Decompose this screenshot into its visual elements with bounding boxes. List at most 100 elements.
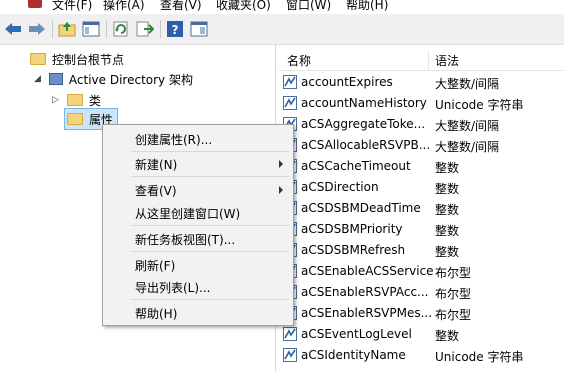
column-header-syntax[interactable]: 语法: [435, 52, 459, 69]
menu-item-help[interactable]: 帮助(H): [135, 305, 177, 322]
collapse-arrow-icon[interactable]: ▷: [52, 95, 59, 105]
list-item[interactable]: aCSDSBMRefresh 整数: [279, 240, 564, 261]
attribute-name: aCSAggregateToke...: [301, 117, 426, 131]
attribute-icon: [283, 348, 297, 362]
show-tree-icon[interactable]: [82, 20, 100, 38]
tree-node-label: 控制台根节点: [52, 52, 125, 67]
menu-item-taskpad[interactable]: 新任务板视图(T)...: [135, 231, 235, 248]
export-icon[interactable]: [136, 20, 154, 38]
attribute-syntax: 整数: [435, 245, 460, 259]
folder-icon: [30, 53, 46, 65]
attribute-name: aCSEnableACSService: [301, 264, 434, 278]
list-item[interactable]: aCSAggregateToke... 大整数/间隔: [279, 114, 564, 135]
menu-separator: [131, 251, 289, 252]
attribute-syntax: 大整数/间隔: [435, 140, 500, 154]
list-item[interactable]: accountExpires 大整数/间隔: [279, 72, 564, 93]
list-item[interactable]: aCSEnableACSService 布尔型: [279, 261, 564, 282]
expand-arrow-icon[interactable]: ◢: [34, 74, 41, 84]
menu-view[interactable]: 查看(V): [160, 0, 202, 13]
menu-item-new[interactable]: 新建(N): [135, 156, 177, 173]
up-folder-icon[interactable]: [58, 20, 76, 38]
menu-separator: [131, 151, 289, 152]
attribute-syntax: 大整数/间隔: [435, 119, 500, 133]
submenu-arrow-icon: [279, 186, 283, 194]
list-item[interactable]: aCSCacheTimeout 整数: [279, 156, 564, 177]
list-item[interactable]: accountNameHistory Unicode 字符串: [279, 93, 564, 114]
list-item[interactable]: aCSAllocableRSVPB... 大整数/间隔: [279, 135, 564, 156]
list-item[interactable]: aCSIdentityName Unicode 字符串: [279, 345, 564, 366]
refresh-icon[interactable]: [112, 20, 130, 38]
menu-favorites[interactable]: 收藏夹(O): [216, 0, 271, 13]
svg-text:?: ?: [172, 23, 179, 37]
list-item[interactable]: aCSEventLogLevel 整数: [279, 324, 564, 345]
attribute-syntax: 整数: [435, 203, 460, 217]
list-item[interactable]: aCSDirection 整数: [279, 177, 564, 198]
pane-icon[interactable]: [190, 20, 208, 38]
help-icon[interactable]: ?: [166, 20, 184, 38]
attribute-syntax: 布尔型: [435, 287, 472, 301]
attribute-name: aCSCacheTimeout: [301, 159, 411, 173]
tree-node-classes[interactable]: ▷ 类: [52, 90, 101, 110]
column-header-name[interactable]: 名称: [287, 52, 311, 69]
forward-icon[interactable]: [28, 20, 46, 38]
menu-bar: 文件(F) 操作(A) 查看(V) 收藏夹(O) 窗口(W) 帮助(H): [0, 0, 564, 14]
attribute-syntax: 整数: [435, 224, 460, 238]
column-divider[interactable]: [428, 50, 429, 70]
list-pane: 名称 语法 accountExpires 大整数/间隔 accountNameHis…: [279, 45, 564, 371]
attribute-name: aCSDSBMRefresh: [301, 243, 406, 257]
list-item[interactable]: aCSDSBMDeadTime 整数: [279, 198, 564, 219]
menu-separator: [131, 299, 289, 300]
list-header: 名称 语法: [279, 50, 564, 71]
context-menu: 创建属性(R)... 新建(N) 查看(V) 从这里创建窗口(W) 新任务板视图…: [102, 124, 294, 326]
attribute-name: aCSEnableRSVPMes...: [301, 306, 433, 320]
menu-file[interactable]: 文件(F): [52, 0, 92, 13]
attribute-name: aCSDirection: [301, 180, 379, 194]
menu-item-view[interactable]: 查看(V): [135, 182, 177, 199]
list-item[interactable]: aCSEnableRSVPMes... 布尔型: [279, 303, 564, 324]
attribute-syntax: 整数: [435, 329, 460, 343]
tree-node-label: Active Directory 架构: [68, 72, 193, 87]
attribute-icon: [283, 75, 297, 89]
menu-separator: [131, 176, 289, 177]
attribute-name: aCSEnableRSVPAcc...: [301, 285, 429, 299]
list-item[interactable]: aCSEnableRSVPAcc... 布尔型: [279, 282, 564, 303]
attribute-icon: [283, 327, 297, 341]
attribute-name: aCSDSBMDeadTime: [301, 201, 421, 215]
attribute-syntax: 布尔型: [435, 266, 472, 280]
attribute-name: aCSEventLogLevel: [301, 327, 412, 341]
submenu-arrow-icon: [279, 160, 283, 168]
tree-node-ad-schema[interactable]: ◢ Active Directory 架构: [34, 69, 193, 89]
attribute-syntax: 大整数/间隔: [435, 77, 500, 91]
attribute-name: accountNameHistory: [301, 96, 427, 110]
attribute-name: aCSAllocableRSVPB...: [301, 138, 431, 152]
menu-item-export[interactable]: 导出列表(L)...: [135, 279, 211, 296]
menu-help[interactable]: 帮助(H): [346, 0, 388, 13]
attribute-syntax: 布尔型: [435, 308, 472, 322]
attribute-name: aCSDSBMPriority: [301, 222, 403, 236]
attribute-syntax: Unicode 字符串: [435, 98, 524, 112]
menu-item-refresh[interactable]: 刷新(F): [135, 257, 175, 274]
tree-node-label: 类: [88, 93, 101, 108]
menu-item-new-window[interactable]: 从这里创建窗口(W): [135, 205, 240, 222]
menu-action[interactable]: 操作(A): [103, 0, 145, 13]
menu-item-create-attribute[interactable]: 创建属性(R)...: [135, 131, 212, 148]
attribute-icon: [283, 96, 297, 110]
toolbar-separator: [160, 20, 161, 38]
attribute-syntax: Unicode 字符串: [435, 350, 524, 364]
schema-icon: [48, 73, 63, 85]
app-icon: [28, 0, 42, 8]
back-icon[interactable]: [4, 20, 22, 38]
toolbar-separator: [52, 20, 53, 38]
attribute-syntax: 整数: [435, 161, 460, 175]
tree-node-root[interactable]: 控制台根节点: [30, 49, 124, 69]
attribute-name: aCSIdentityName: [301, 348, 406, 362]
menu-separator: [131, 225, 289, 226]
attribute-syntax: 整数: [435, 182, 460, 196]
attribute-name: accountExpires: [301, 75, 393, 89]
list-item[interactable]: aCSDSBMPriority 整数: [279, 219, 564, 240]
folder-icon: [67, 113, 83, 125]
toolbar: ?: [0, 14, 564, 45]
folder-icon: [66, 94, 83, 106]
menu-window[interactable]: 窗口(W): [286, 0, 331, 13]
toolbar-separator: [106, 20, 107, 38]
